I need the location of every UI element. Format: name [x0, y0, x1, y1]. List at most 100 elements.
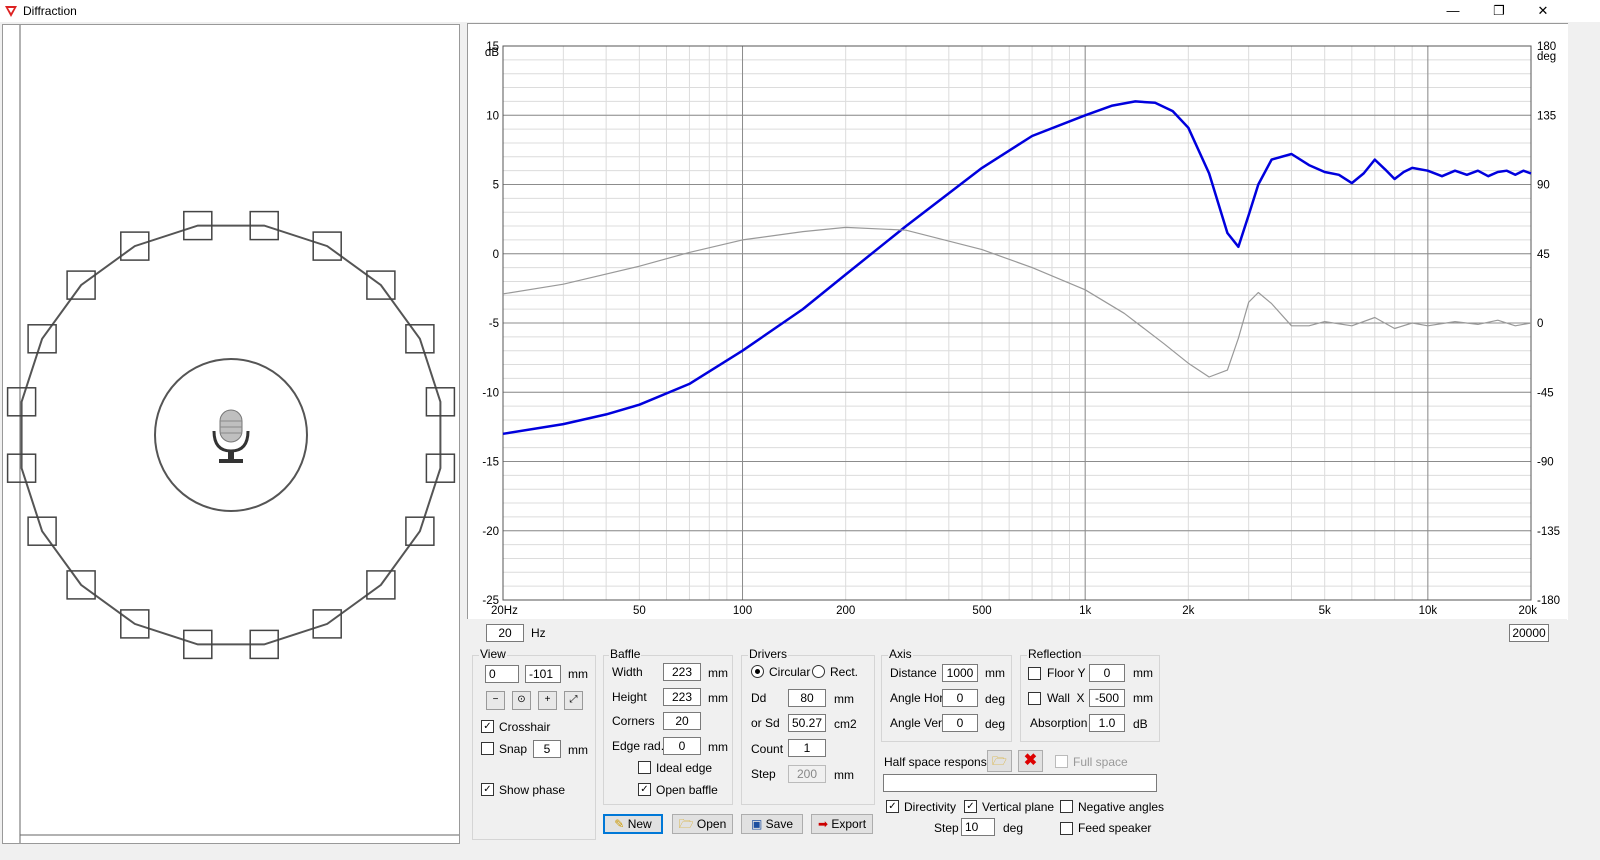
- y-tick-label: 10: [486, 110, 499, 122]
- angle-ver-label: Angle Ver: [890, 716, 943, 730]
- open-folder-icon: 🗁: [678, 817, 697, 831]
- zoom-in-icon[interactable]: +: [538, 691, 557, 710]
- minimize-button[interactable]: —: [1430, 0, 1476, 22]
- step-label: Step: [751, 767, 776, 781]
- x-tick-label: 500: [972, 605, 991, 617]
- negative-angles-checkbox[interactable]: [1060, 800, 1073, 813]
- rect-label: Rect.: [830, 665, 859, 679]
- count-input[interactable]: [788, 739, 826, 757]
- directivity-checkbox[interactable]: ✓: [886, 800, 899, 813]
- y-right-tick-label: 45: [1537, 249, 1550, 261]
- open-button[interactable]: 🗁 Open: [672, 814, 733, 834]
- y-tick-label: -15: [482, 457, 499, 469]
- y-axis-unit-label: dB: [485, 47, 499, 59]
- half-space-label: Half space response: [884, 755, 994, 769]
- corners-input[interactable]: [663, 712, 701, 730]
- snap-label: Snap: [499, 742, 528, 756]
- title-bar: Diffraction — ❐ ✕: [0, 0, 1600, 22]
- sd-label: or Sd: [751, 716, 780, 730]
- ideal-edge-checkbox[interactable]: [638, 761, 651, 774]
- frequency-response-chart[interactable]: 15 10 5 0 -5 -10 -15 -20 -25 180 135 90 45 0 -45 -90 -13…: [467, 23, 1568, 620]
- circular-radio[interactable]: [751, 665, 764, 678]
- floor-unit: mm: [1133, 666, 1153, 680]
- zoom-fit-icon[interactable]: ⊙: [512, 691, 531, 710]
- export-button[interactable]: ➡ Export: [811, 814, 873, 834]
- wall-checkbox[interactable]: [1028, 692, 1041, 705]
- full-space-checkbox: [1055, 755, 1068, 768]
- open-baffle-label: Open baffle: [656, 783, 718, 797]
- dd-unit: mm: [834, 692, 854, 706]
- absorption-label: Absorption: [1030, 716, 1088, 730]
- height-input[interactable]: [663, 688, 701, 706]
- snap-unit: mm: [568, 743, 588, 757]
- show-phase-label: Show phase: [499, 783, 566, 797]
- expand-icon[interactable]: ⤢: [564, 691, 583, 710]
- feed-speaker-checkbox[interactable]: [1060, 822, 1073, 835]
- new-button[interactable]: ✎ New: [603, 814, 663, 834]
- y-tick-label: 5: [493, 180, 499, 192]
- rect-radio[interactable]: [812, 665, 825, 678]
- y-right-tick-label: -90: [1537, 457, 1554, 469]
- absorption-input[interactable]: [1089, 714, 1125, 732]
- sd-unit: cm2: [834, 717, 857, 731]
- zoom-out-icon[interactable]: −: [486, 691, 505, 710]
- open-baffle-checkbox[interactable]: ✓: [638, 783, 651, 796]
- distance-unit: mm: [985, 666, 1005, 680]
- folder-icon[interactable]: 🗁: [987, 750, 1012, 772]
- crosshair-label: Crosshair: [499, 720, 551, 734]
- x-tick-label: 20k: [1518, 605, 1537, 617]
- snap-checkbox[interactable]: [481, 742, 494, 755]
- directivity-step-label: Step: [934, 821, 959, 835]
- sd-input[interactable]: [788, 714, 826, 732]
- y-tick-label: -20: [482, 526, 499, 538]
- y-right-tick-label: -180: [1537, 595, 1560, 607]
- save-button[interactable]: ▣ Save: [741, 814, 803, 834]
- directivity-step-unit: deg: [1003, 821, 1024, 835]
- x-tick-label: 20Hz: [491, 605, 518, 617]
- open-button-label: Open: [696, 817, 727, 831]
- drivers-group-label: Drivers: [748, 647, 788, 661]
- y-tick-label: -5: [489, 318, 499, 330]
- export-button-label: Export: [831, 817, 867, 831]
- window-title: Diffraction: [23, 4, 77, 18]
- y-right-tick-label: 0: [1537, 318, 1543, 330]
- y-right-tick-label: 135: [1537, 110, 1556, 122]
- save-icon: ▣: [750, 817, 766, 831]
- snap-input[interactable]: [533, 740, 561, 758]
- height-label: Height: [612, 690, 647, 704]
- floor-input[interactable]: [1089, 664, 1125, 682]
- dd-input[interactable]: [788, 689, 826, 707]
- freq-max-input[interactable]: [1509, 624, 1549, 642]
- vertical-plane-label: Vertical plane: [982, 800, 1055, 814]
- y-tick-label: -10: [482, 387, 499, 399]
- save-button-label: Save: [765, 817, 794, 831]
- step-input: [788, 765, 826, 783]
- show-phase-checkbox[interactable]: ✓: [481, 783, 494, 796]
- close-button[interactable]: ✕: [1520, 0, 1566, 22]
- wall-input[interactable]: [1089, 689, 1125, 707]
- baffle-view-canvas[interactable]: [2, 24, 460, 844]
- freq-min-input[interactable]: [486, 624, 524, 642]
- vertical-plane-checkbox[interactable]: ✓: [964, 800, 977, 813]
- edge-radius-label: Edge rad.: [612, 739, 665, 753]
- crosshair-checkbox[interactable]: ✓: [481, 720, 494, 733]
- edge-radius-input[interactable]: [663, 737, 701, 755]
- angle-ver-input[interactable]: [942, 714, 978, 732]
- view-x-input[interactable]: [485, 665, 519, 683]
- x-tick-label: 100: [733, 605, 752, 617]
- directivity-label: Directivity: [904, 800, 957, 814]
- ideal-edge-label: Ideal edge: [656, 761, 713, 775]
- floor-checkbox[interactable]: [1028, 667, 1041, 680]
- distance-input[interactable]: [942, 664, 978, 682]
- angle-hor-input[interactable]: [942, 689, 978, 707]
- height-unit: mm: [708, 691, 728, 705]
- delete-icon[interactable]: ✖: [1018, 750, 1043, 772]
- reflection-group-label: Reflection: [1027, 647, 1083, 661]
- view-y-input[interactable]: [525, 665, 561, 683]
- directivity-step-input[interactable]: [961, 818, 995, 836]
- half-space-path-input[interactable]: [883, 774, 1157, 792]
- y-tick-label: 0: [493, 249, 499, 261]
- width-input[interactable]: [663, 663, 701, 681]
- restore-button[interactable]: ❐: [1476, 0, 1522, 22]
- angle-ver-unit: deg: [985, 717, 1006, 731]
